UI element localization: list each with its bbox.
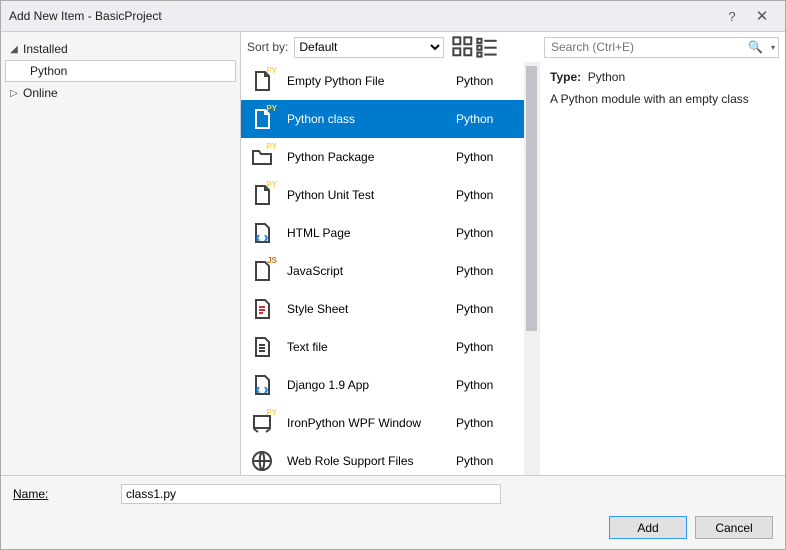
item-name: Python Unit Test — [285, 188, 446, 202]
sidebar-item-online[interactable]: ▷ Online — [1, 82, 240, 104]
titlebar: Add New Item - BasicProject ? ✕ — [1, 1, 785, 31]
window-title: Add New Item - BasicProject — [9, 9, 717, 23]
item-name: Python Package — [285, 150, 446, 164]
scrollbar-thumb[interactable] — [526, 66, 537, 331]
footer: Name: Add Cancel — [1, 475, 785, 549]
search-icon[interactable]: 🔍 — [748, 40, 763, 54]
list-item[interactable]: PY Python Package Python — [241, 138, 524, 176]
item-name: HTML Page — [285, 226, 446, 240]
name-label: Name: — [13, 487, 113, 501]
list-item[interactable]: PY IronPython WPF Window Python — [241, 404, 524, 442]
item-name: Python class — [285, 112, 446, 126]
file-py-icon: PY — [249, 68, 275, 94]
detail-type-label: Type: — [550, 70, 581, 84]
item-name: Django 1.9 App — [285, 378, 446, 392]
detail-description: A Python module with an empty class — [550, 92, 775, 106]
sidebar-item-installed[interactable]: ◢ Installed — [1, 38, 240, 60]
js-icon: JS — [249, 258, 275, 284]
item-category: Python — [456, 112, 516, 126]
item-category: Python — [456, 302, 516, 316]
item-name: Text file — [285, 340, 446, 354]
search-dropdown-icon[interactable]: ▾ — [771, 43, 775, 52]
item-name: Style Sheet — [285, 302, 446, 316]
detail-panel: Type: Python A Python module with an emp… — [540, 62, 785, 475]
scrollbar[interactable] — [524, 62, 539, 475]
file-py-icon: PY — [249, 182, 275, 208]
cancel-button[interactable]: Cancel — [695, 516, 773, 539]
html-icon — [249, 220, 275, 246]
globe-icon — [249, 448, 275, 474]
item-name: Web Role Support Files — [285, 454, 446, 468]
list-item[interactable]: Django 1.9 App Python — [241, 366, 524, 404]
sidebar-item-python[interactable]: Python — [5, 60, 236, 82]
detail-type-value: Python — [588, 70, 625, 84]
item-name: JavaScript — [285, 264, 446, 278]
item-name: Empty Python File — [285, 74, 446, 88]
item-category: Python — [456, 74, 516, 88]
wpf-py-icon: PY — [249, 410, 275, 436]
name-input[interactable] — [121, 484, 501, 504]
list-item[interactable]: HTML Page Python — [241, 214, 524, 252]
file-py-icon: PY — [249, 106, 275, 132]
help-icon[interactable]: ? — [717, 9, 747, 24]
item-category: Python — [456, 378, 516, 392]
item-category: Python — [456, 226, 516, 240]
item-category: Python — [456, 150, 516, 164]
list-item[interactable]: PY Python Unit Test Python — [241, 176, 524, 214]
list-item[interactable]: Web Role Support Files Python — [241, 442, 524, 475]
sidebar: ◢ Installed Python ▷ Online — [1, 32, 241, 475]
sort-label: Sort by: — [247, 40, 288, 54]
folder-py-icon: PY — [249, 144, 275, 170]
sidebar-item-label: Python — [30, 64, 67, 78]
sort-select[interactable]: Default — [294, 37, 444, 58]
html-icon — [249, 372, 275, 398]
item-category: Python — [456, 416, 516, 430]
close-icon[interactable]: ✕ — [747, 7, 777, 25]
chevron-right-icon: ▷ — [9, 88, 19, 99]
item-category: Python — [456, 264, 516, 278]
css-icon — [249, 296, 275, 322]
list-item[interactable]: JS JavaScript Python — [241, 252, 524, 290]
view-list-button[interactable] — [476, 36, 498, 58]
item-list: PY Empty Python File Python PY Python cl… — [241, 62, 524, 475]
chevron-down-icon: ◢ — [9, 44, 19, 55]
add-button[interactable]: Add — [609, 516, 687, 539]
list-item[interactable]: Style Sheet Python — [241, 290, 524, 328]
search-box: 🔍 ▾ — [544, 37, 779, 58]
search-input[interactable] — [544, 37, 779, 58]
sidebar-item-label: Installed — [23, 42, 68, 56]
item-name: IronPython WPF Window — [285, 416, 446, 430]
text-icon — [249, 334, 275, 360]
toolbar: Sort by: Default 🔍 ▾ — [241, 32, 785, 62]
sidebar-item-label: Online — [23, 86, 58, 100]
view-medium-icons-button[interactable] — [452, 36, 474, 58]
list-item[interactable]: Text file Python — [241, 328, 524, 366]
item-category: Python — [456, 340, 516, 354]
item-category: Python — [456, 188, 516, 202]
item-category: Python — [456, 454, 516, 468]
list-item[interactable]: PY Python class Python — [241, 100, 524, 138]
list-item[interactable]: PY Empty Python File Python — [241, 62, 524, 100]
